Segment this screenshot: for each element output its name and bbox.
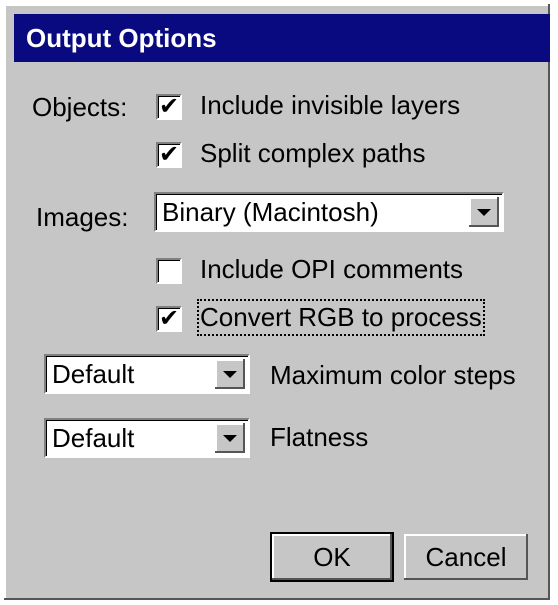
checkmark-icon: ✔ [158,141,180,168]
objects-label: Objects: [32,92,128,122]
include-opi-comments-checkbox[interactable] [156,258,182,284]
cancel-button-label: Cancel [425,542,507,572]
ok-button[interactable]: OK [270,532,394,582]
max-color-steps-select[interactable]: Default [44,354,250,394]
flatness-select[interactable]: Default [44,418,250,458]
flatness-value: Default [52,423,135,453]
flatness-label: Flatness [270,422,369,452]
checkmark-icon: ✔ [158,305,180,332]
include-invisible-layers-checkbox[interactable]: ✔ [156,94,182,120]
images-select[interactable]: Binary (Macintosh) [154,192,504,232]
split-complex-paths-label[interactable]: Split complex paths [200,138,425,169]
dropdown-arrow-icon[interactable] [215,423,245,453]
include-opi-comments-label[interactable]: Include OPI comments [200,254,463,285]
dropdown-arrow-icon[interactable] [215,359,245,389]
dropdown-arrow-icon[interactable] [469,197,499,227]
convert-rgb-to-process-label[interactable]: Convert RGB to process [197,299,485,336]
max-color-steps-label: Maximum color steps [270,360,516,390]
split-complex-paths-checkbox[interactable]: ✔ [156,142,182,168]
images-select-value: Binary (Macintosh) [162,197,379,227]
images-label: Images: [36,202,129,232]
cancel-button[interactable]: Cancel [404,534,528,580]
max-color-steps-value: Default [52,359,135,389]
checkmark-icon: ✔ [158,93,180,120]
include-invisible-layers-label[interactable]: Include invisible layers [200,90,460,121]
ok-button-label: OK [313,542,351,572]
dialog-title: Output Options [14,14,550,62]
convert-rgb-to-process-checkbox[interactable]: ✔ [156,306,182,332]
output-options-dialog: Output Options Objects: ✔ Include invisi… [4,4,550,600]
